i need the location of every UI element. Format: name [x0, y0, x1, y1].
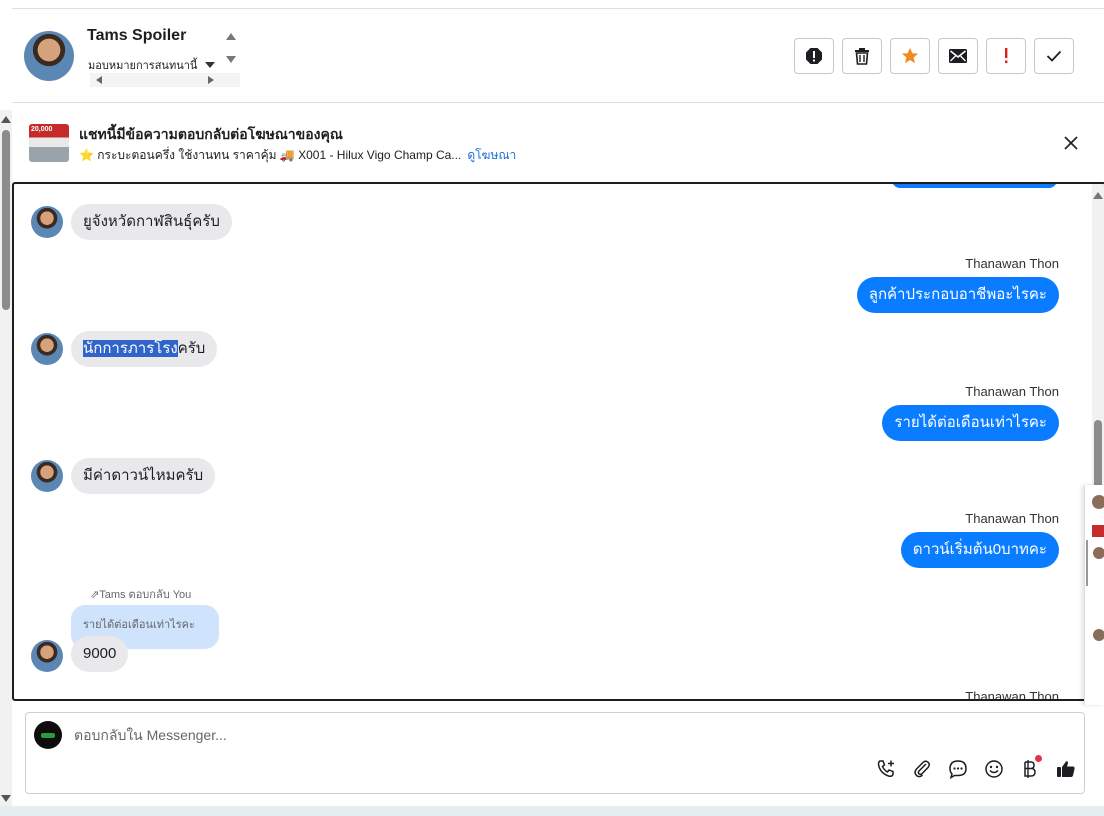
emoji-button[interactable]: [980, 755, 1008, 783]
saved-replies-button[interactable]: [944, 755, 972, 783]
ad-reply-banner: 20,000 แชทนี้มีข้อความตอบกลับต่อโฆษณาของ…: [12, 110, 1104, 180]
banner-subtitle: ⭐ กระบะตอนครึ่ง ใช้งานทน ราคาคุ้ม 🚚 X001…: [79, 146, 516, 165]
sender-name: Thanawan Thon: [965, 689, 1059, 701]
avatar[interactable]: [1093, 547, 1104, 559]
payment-button[interactable]: [1016, 755, 1044, 783]
follow-up-button[interactable]: [986, 38, 1026, 74]
incoming-bubble[interactable]: มีค่าดาวน์ไหมครับ: [71, 458, 216, 494]
avatar[interactable]: [1092, 495, 1104, 509]
outgoing-bubble[interactable]: ดาวน์เริ่มต้น0บาทคะ: [900, 532, 1059, 568]
contact-avatar-small: [31, 460, 63, 492]
sender-name: Thanawan Thon: [965, 384, 1059, 399]
contact-avatar-small: [31, 640, 63, 672]
chat-bubble-icon: [949, 760, 967, 779]
message-row-incoming: นักการภารโรงครับ: [31, 331, 218, 367]
scroll-right-icon[interactable]: [208, 76, 214, 84]
thumbs-up-icon: [1057, 761, 1075, 777]
message-row-incoming: ยูจังหวัดกาฬสินธุ์ครับ: [31, 204, 232, 240]
phone-add-icon: [877, 760, 894, 778]
header-actions: [794, 38, 1074, 74]
alert-octagon-icon: [806, 48, 822, 64]
view-ad-link[interactable]: ดูโฆษณา: [467, 146, 516, 165]
ad-thumb-price: 20,000: [31, 126, 53, 133]
scroll-left-icon[interactable]: [96, 76, 102, 84]
star-icon: [901, 47, 919, 64]
scroll-thumb[interactable]: [1094, 420, 1102, 490]
star-button[interactable]: [890, 38, 930, 74]
avatar[interactable]: [1092, 525, 1104, 537]
scroll-up-icon[interactable]: [1093, 192, 1103, 199]
scroll-up-icon[interactable]: [1, 116, 11, 123]
chevron-down-icon: [205, 62, 216, 68]
reply-composer: [25, 712, 1085, 794]
selected-text: นักการภารโรง: [83, 340, 178, 357]
messenger-inbox: Tams Spoiler มอบหมายการสนทนานี้ 20,000 แ…: [0, 0, 1104, 816]
baht-icon: [1024, 760, 1036, 778]
scroll-down-icon[interactable]: [1, 795, 11, 802]
conversation-header: Tams Spoiler มอบหมายการสนทนานี้: [12, 9, 1104, 103]
message-row-incoming: 9000: [31, 636, 129, 672]
notification-dot: [1035, 755, 1042, 762]
avatar[interactable]: [1093, 629, 1104, 641]
page-avatar: [34, 721, 62, 749]
assign-scrollbar[interactable]: [90, 73, 240, 87]
sender-name: Thanawan Thon: [965, 256, 1059, 271]
composer-tools: [872, 755, 1080, 783]
attach-button[interactable]: [908, 755, 936, 783]
contact-name[interactable]: Tams Spoiler: [87, 27, 186, 45]
like-button[interactable]: [1052, 755, 1080, 783]
reply-meta-text: Tams ตอบกลับ You: [99, 589, 192, 601]
ad-thumbnail[interactable]: 20,000: [29, 124, 69, 162]
reply-indicator: ⇗Tams ตอบกลับ You: [90, 589, 192, 601]
sender-name: Thanawan Thon: [965, 511, 1059, 526]
bubble-text: ครับ: [177, 340, 206, 357]
paperclip-icon: [914, 760, 930, 778]
previous-outgoing-bubble: [892, 184, 1057, 188]
call-button[interactable]: [872, 755, 900, 783]
side-conversations-panel[interactable]: [1084, 485, 1104, 705]
delete-button[interactable]: [842, 38, 882, 74]
scroll-thumb[interactable]: [2, 130, 10, 310]
ad-text: ⭐ กระบะตอนครึ่ง ใช้งานทน ราคาคุ้ม 🚚 X001…: [79, 148, 462, 162]
done-button[interactable]: [1034, 38, 1074, 74]
banner-title: แชทนี้มีข้อความตอบกลับต่อโฆษณาของคุณ: [79, 126, 343, 142]
bottom-strip: [0, 806, 1104, 816]
contact-avatar[interactable]: [24, 31, 74, 81]
incoming-bubble[interactable]: 9000: [71, 636, 129, 672]
contact-avatar-small: [31, 206, 63, 238]
incoming-bubble[interactable]: นักการภารโรงครับ: [71, 331, 218, 367]
trash-icon: [855, 48, 869, 65]
panel-scrollbar[interactable]: [1086, 540, 1088, 586]
outgoing-bubble[interactable]: ลูกค้าประกอบอาชีพอะไรคะ: [856, 277, 1059, 313]
contact-avatar-small: [31, 333, 63, 365]
outgoing-bubble[interactable]: รายได้ต่อเดือนเท่าไรคะ: [882, 405, 1059, 441]
message-input[interactable]: [74, 727, 774, 743]
message-row-incoming: มีค่าดาวน์ไหมครับ: [31, 458, 216, 494]
assign-label: มอบหมายการสนทนานี้: [88, 60, 198, 72]
next-conversation-icon[interactable]: [226, 56, 236, 63]
assign-dropdown[interactable]: มอบหมายการสนทนานี้: [88, 56, 216, 74]
smiley-icon: [985, 760, 1003, 778]
exclamation-icon: [1005, 48, 1008, 64]
close-icon[interactable]: [1062, 134, 1080, 152]
page-scrollbar[interactable]: [0, 110, 12, 806]
spam-button[interactable]: [794, 38, 834, 74]
envelope-icon: [949, 49, 967, 63]
mark-unread-button[interactable]: [938, 38, 978, 74]
message-thread[interactable]: ยูจังหวัดกาฬสินธุ์ครับ Thanawan Thon ลูก…: [12, 182, 1104, 701]
check-icon: [1046, 50, 1062, 62]
previous-conversation-icon[interactable]: [226, 33, 236, 40]
incoming-bubble[interactable]: ยูจังหวัดกาฬสินธุ์ครับ: [71, 204, 232, 240]
